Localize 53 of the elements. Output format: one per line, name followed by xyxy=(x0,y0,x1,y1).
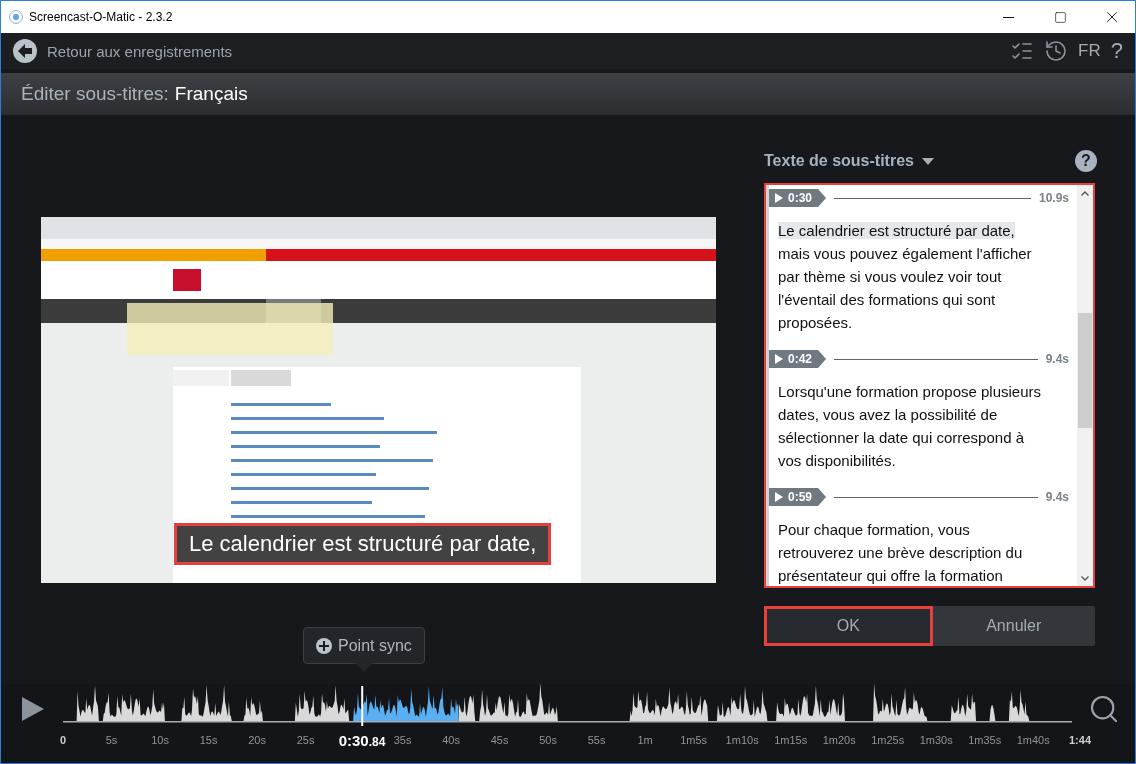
time-tick-label: 35s xyxy=(393,734,412,746)
cancel-button[interactable]: Annuler xyxy=(932,606,1095,646)
time-tick-label: 50s xyxy=(539,734,557,746)
time-tick-label: 1m20s xyxy=(822,734,856,746)
subtitle-text[interactable]: Lorsqu'une formation propose plusieurs dates, vous avez la possibilité de sélectionner la date qui correspond à vos disponibilités. xyxy=(778,380,1045,472)
time-tick-label: 0 xyxy=(59,734,67,746)
time-tick-label: 1:44 xyxy=(1069,734,1091,746)
time-tick-label: 55s xyxy=(587,734,606,746)
editor-title: Éditer sous-titres: xyxy=(21,83,169,105)
history-icon[interactable] xyxy=(1044,39,1069,63)
playhead[interactable] xyxy=(361,686,364,726)
subtitle-text[interactable]: Pour chaque formation, vous retrouverez une brève description du présentateur qui offre la formation xyxy=(778,518,1045,586)
scroll-down-icon[interactable] xyxy=(1081,575,1089,581)
window-title: Screencast-O-Matic - 2.3.2 xyxy=(29,10,174,24)
maximize-icon xyxy=(1053,10,1067,24)
minimize-icon xyxy=(1002,16,1014,18)
time-tick-label: 10s xyxy=(151,734,169,746)
time-tick-label: 45s xyxy=(490,734,509,746)
ok-button[interactable]: OK xyxy=(764,606,933,646)
scrollbar[interactable] xyxy=(1077,185,1093,586)
sync-point-button[interactable]: Point sync xyxy=(303,627,425,664)
current-time: 0:30.84 xyxy=(338,732,386,749)
time-tick-label: 1m40s xyxy=(1016,734,1050,746)
cue-duration: 9.4s xyxy=(1045,352,1069,366)
plus-icon xyxy=(316,637,332,654)
time-tick-label: 5s xyxy=(105,734,118,746)
tooltip-pointer xyxy=(354,663,373,672)
subtitle-overlay: Le calendrier est structuré par date, xyxy=(174,522,552,565)
scroll-up-icon[interactable] xyxy=(1081,190,1089,196)
time-tick-label: 1m15s xyxy=(774,734,808,746)
time-tick-label: 1m xyxy=(637,734,653,746)
cue-time-tag[interactable]: 0:42 xyxy=(769,350,827,368)
language-button[interactable]: FR xyxy=(1078,41,1101,61)
language-name: Français xyxy=(174,83,248,105)
help-button[interactable]: ? xyxy=(1075,150,1097,172)
time-tick-label: 20s xyxy=(248,734,266,746)
time-tick-label: 1m30s xyxy=(919,734,953,746)
time-tick-label: 40s xyxy=(442,734,460,746)
help-button[interactable]: ? xyxy=(1110,38,1123,64)
cue-time-tag[interactable]: 0:30 xyxy=(769,189,827,207)
back-button[interactable]: Retour aux enregistrements xyxy=(13,39,233,63)
time-tick-label: 1m25s xyxy=(871,734,905,746)
search-icon[interactable] xyxy=(1088,693,1120,725)
time-tick-label: 25s xyxy=(296,734,315,746)
time-tick-label: 1m10s xyxy=(725,734,759,746)
time-tick-label: 15s xyxy=(199,734,218,746)
subtitle-text[interactable]: mais vous pouvez également l'afficher par thème si vous voulez voir tout l'éventail des formations qui sont proposées. xyxy=(778,242,1045,334)
subtitle-text-dropdown[interactable]: Texte de sous-titres xyxy=(764,152,934,170)
time-tick-label: 1m35s xyxy=(968,734,1002,746)
cue-duration: 10.9s xyxy=(1038,191,1069,205)
cue-duration: 9.4s xyxy=(1045,490,1069,504)
cue-time-tag[interactable]: 0:59 xyxy=(769,488,827,506)
time-tick-label: 1m5s xyxy=(680,734,708,746)
